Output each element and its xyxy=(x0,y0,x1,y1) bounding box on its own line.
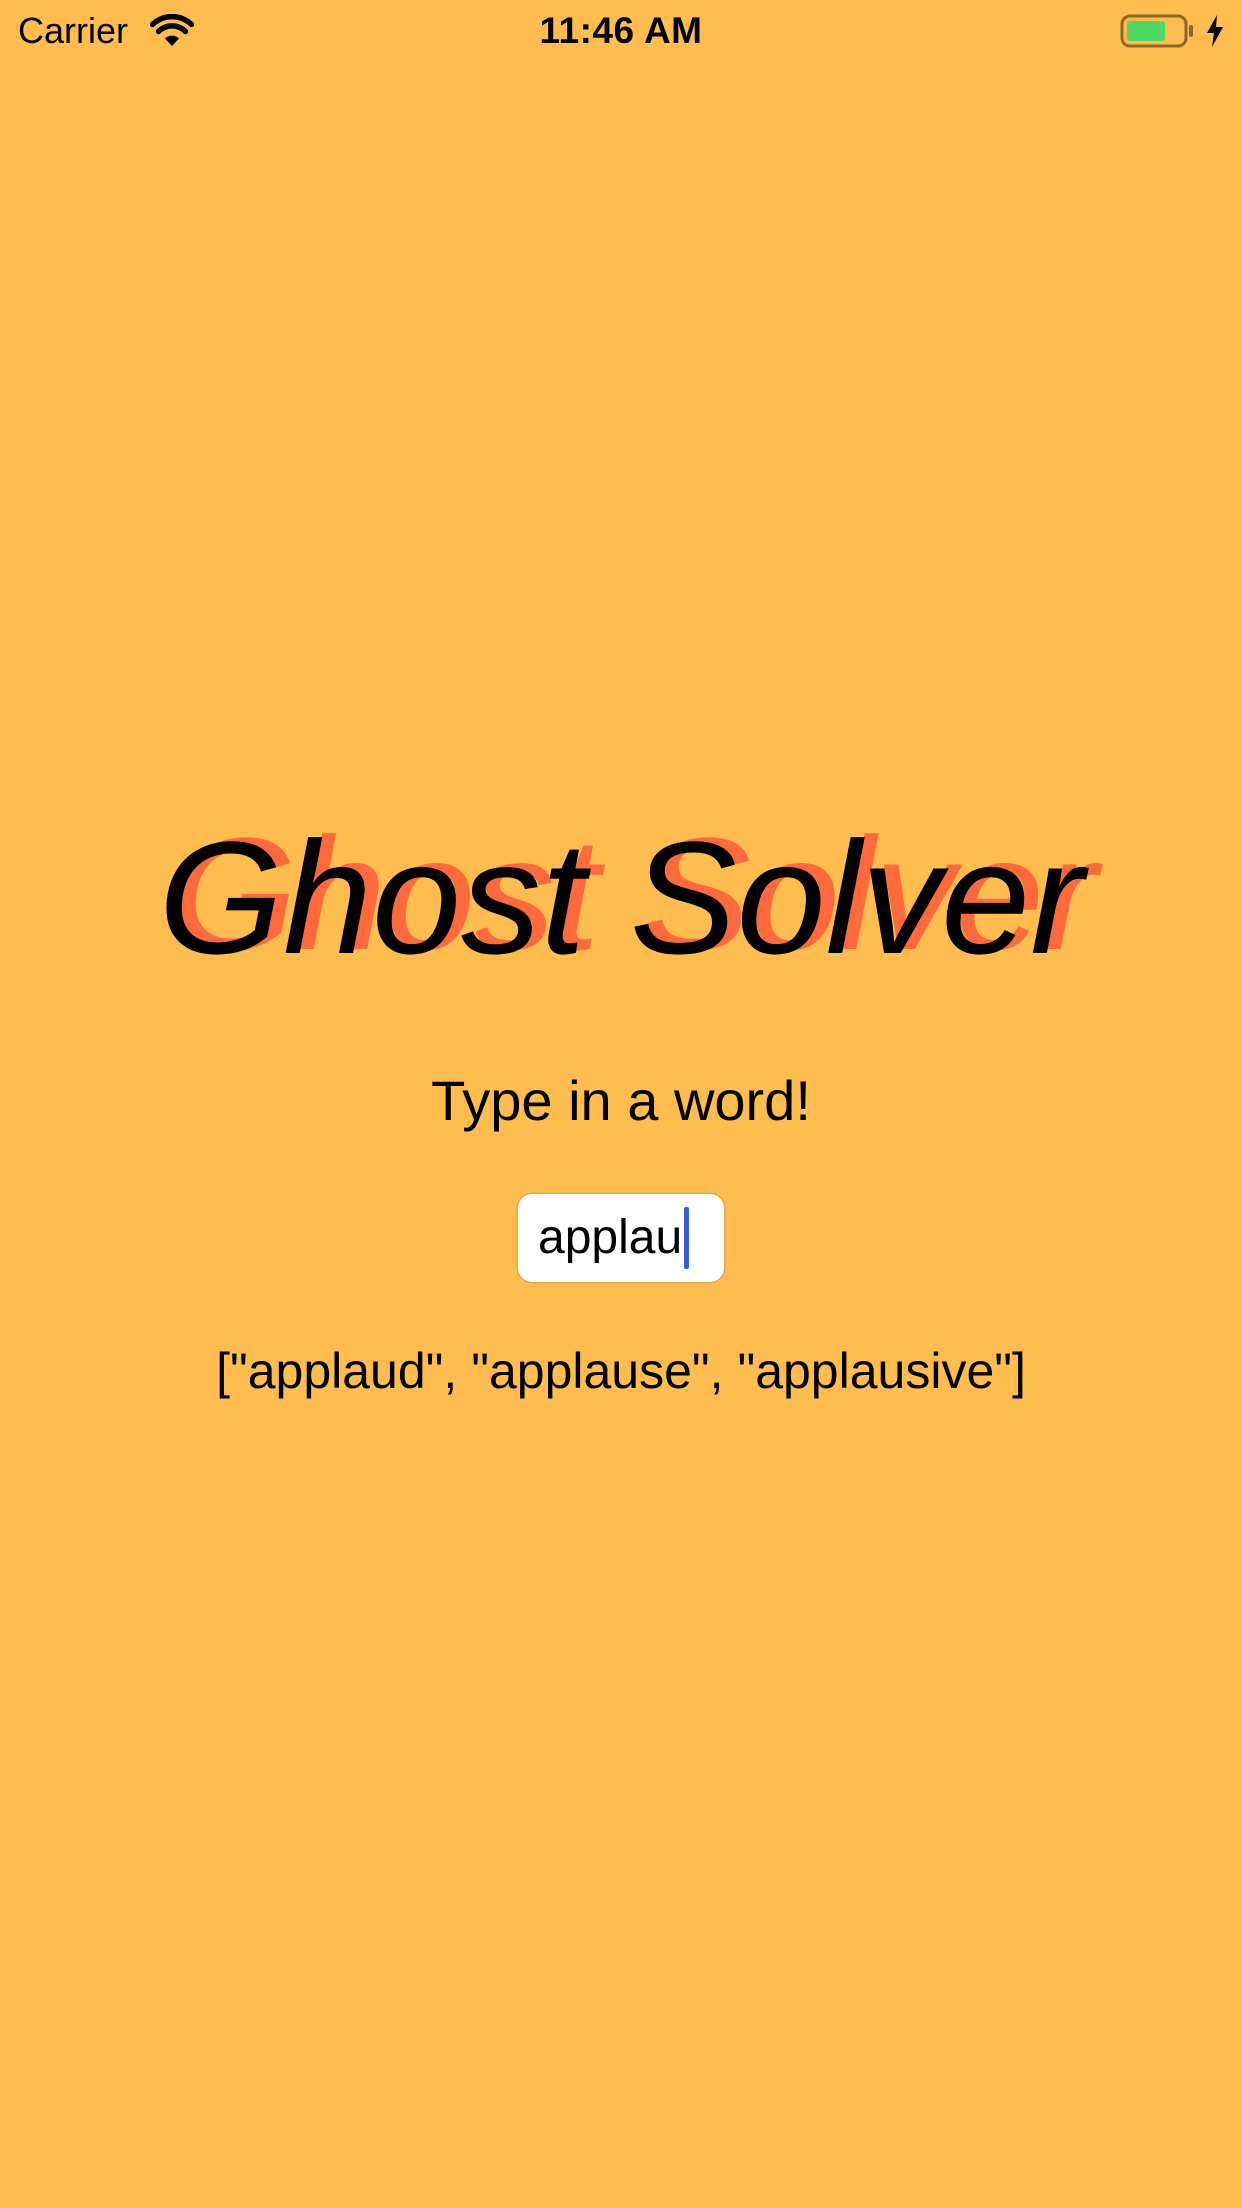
status-time: 11:46 AM xyxy=(539,10,703,51)
results-list: ["applaud", "applause", "applausive"] xyxy=(216,1343,1026,1399)
word-input-value: applau xyxy=(538,1211,683,1264)
status-bar: Carrier 11:46 AM xyxy=(0,0,1242,60)
app-title: Ghost Solver Ghost Solver xyxy=(0,808,1242,987)
charging-bolt-icon xyxy=(1204,13,1226,49)
battery-icon xyxy=(1120,13,1196,49)
instruction-label: Type in a word! xyxy=(431,1069,811,1132)
app-title-text: Ghost Solver xyxy=(158,808,1084,987)
word-input[interactable]: applau xyxy=(518,1194,724,1282)
text-caret xyxy=(684,1207,690,1269)
